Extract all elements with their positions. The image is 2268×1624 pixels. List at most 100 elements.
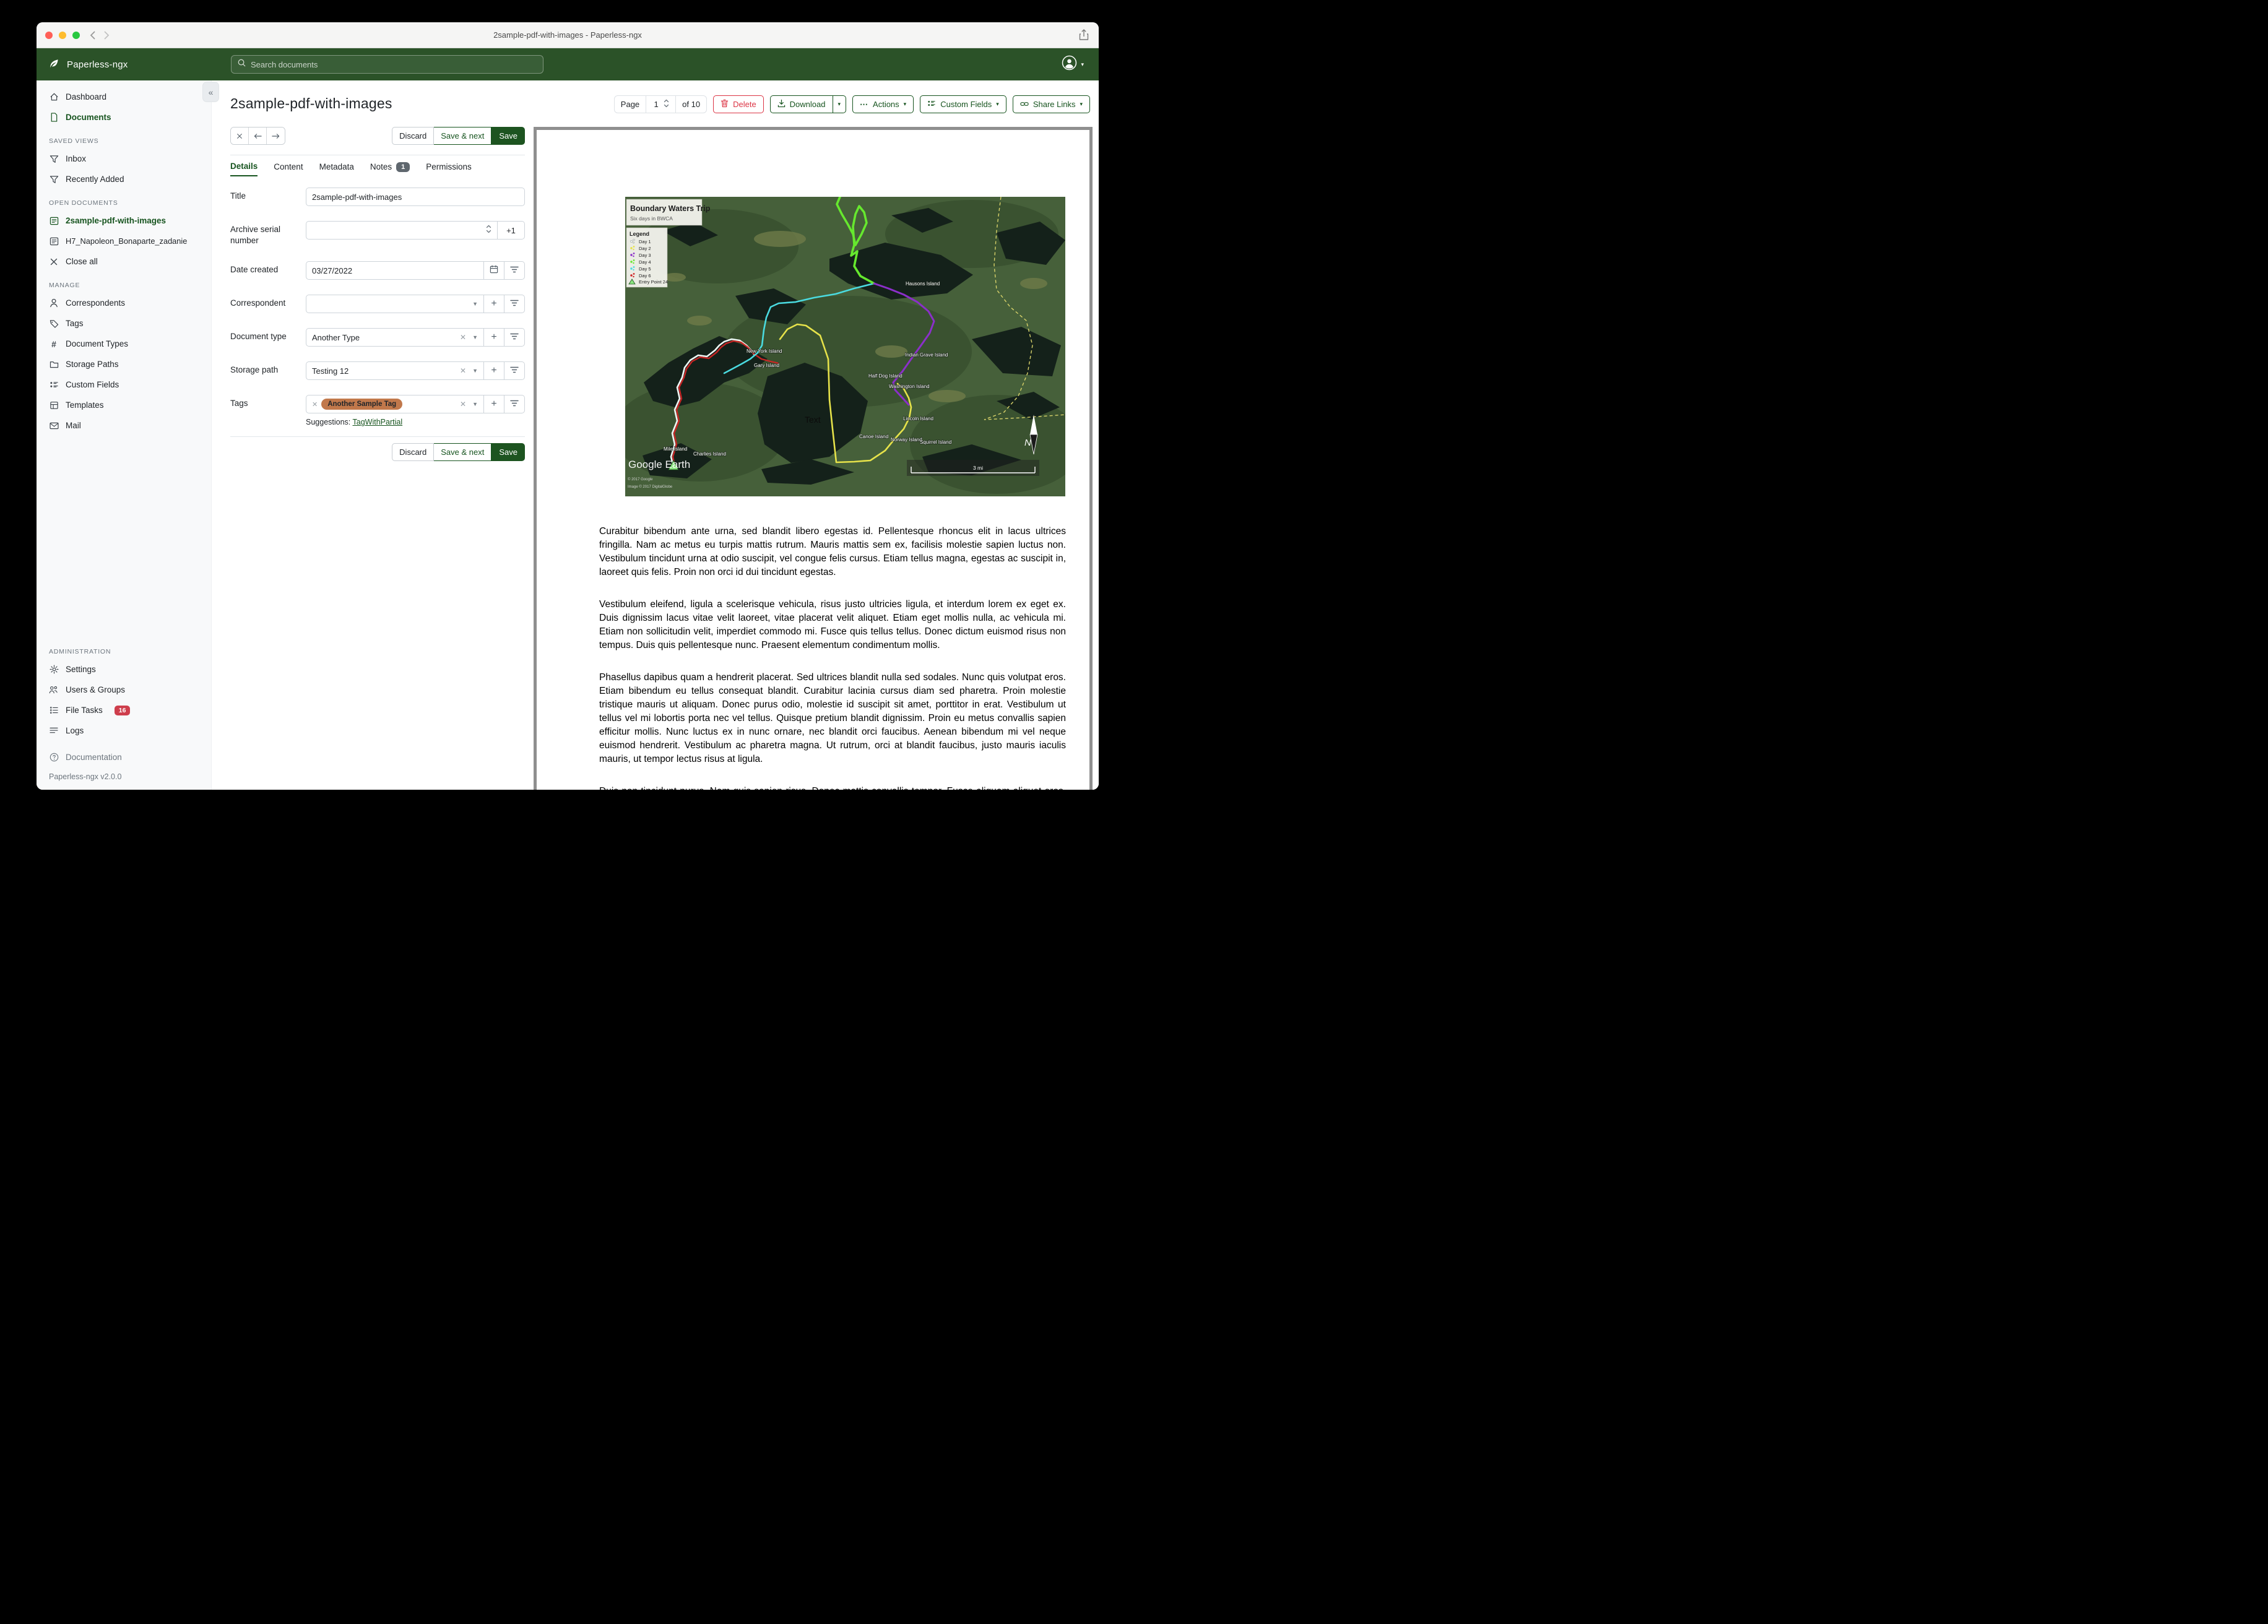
date-filter-button[interactable] xyxy=(504,261,525,280)
sidebar-item-correspondents[interactable]: Correspondents xyxy=(37,293,211,313)
sidebar-item-tags[interactable]: Tags xyxy=(37,313,211,334)
actions-button[interactable]: ⋯ Actions ▾ xyxy=(852,95,914,113)
save-and-next-button-bottom[interactable]: Save & next xyxy=(434,443,492,462)
document-type-filter-button[interactable] xyxy=(504,328,525,347)
browser-forward-button[interactable] xyxy=(104,31,110,40)
tag-chip[interactable]: Another Sample Tag xyxy=(321,399,403,410)
map-copyright-2: Image © 2017 DigitalGlobe xyxy=(628,485,673,489)
save-and-next-button[interactable]: Save & next xyxy=(434,127,492,145)
browser-back-button[interactable] xyxy=(90,31,95,40)
tags-filter-button[interactable] xyxy=(504,395,525,414)
sidebar-section-open-documents: OPEN DOCUMENTS xyxy=(49,199,118,207)
document-preview-pane[interactable]: Hausons Island New York Island Gary Isla… xyxy=(534,127,1093,790)
sidebar-section-manage: MANAGE xyxy=(49,282,80,289)
map-island-label: Charlies Island xyxy=(693,451,726,457)
save-actions-group: Discard Save & next Save xyxy=(392,127,525,145)
sidebar-item-document-types[interactable]: # Document Types xyxy=(37,334,211,354)
sidebar-item-templates[interactable]: Templates xyxy=(37,395,211,415)
close-document-button[interactable] xyxy=(231,127,249,144)
document-title-heading: 2sample-pdf-with-images xyxy=(230,95,392,111)
user-menu[interactable]: ▾ xyxy=(1062,55,1084,74)
search-icon xyxy=(238,59,246,70)
zoom-window-button[interactable] xyxy=(72,31,80,39)
clear-icon[interactable]: ✕ xyxy=(460,333,466,342)
correspondent-filter-button[interactable] xyxy=(504,295,525,314)
discard-button[interactable]: Discard xyxy=(392,127,435,145)
save-actions-group-bottom: Discard Save & next Save xyxy=(392,443,525,462)
sidebar-item-documents[interactable]: Documents xyxy=(37,107,211,127)
sidebar-collapse-button[interactable]: « xyxy=(202,82,219,102)
page-stepper[interactable] xyxy=(664,98,669,110)
storage-path-filter-button[interactable] xyxy=(504,361,525,381)
tab-metadata[interactable]: Metadata xyxy=(319,162,354,176)
title-input[interactable]: 2sample-pdf-with-images xyxy=(306,188,525,206)
download-caret-button[interactable]: ▾ xyxy=(832,95,847,113)
sidebar-item-close-all[interactable]: Close all xyxy=(37,251,211,272)
correspondent-select[interactable]: ▼ xyxy=(306,295,484,314)
sidebar-section-saved-views: SAVED VIEWS xyxy=(49,137,99,145)
sidebar-item-file-tasks[interactable]: File Tasks 16 xyxy=(37,700,211,720)
save-button-bottom[interactable]: Save xyxy=(491,443,525,462)
sidebar-item-open-doc-2[interactable]: H7_Napoleon_Bonaparte_zadanie xyxy=(37,231,211,251)
asn-stepper[interactable] xyxy=(486,224,491,237)
sidebar-item-settings[interactable]: Settings xyxy=(37,659,211,680)
document-type-select[interactable]: Another Type ✕ ▼ xyxy=(306,328,484,347)
calendar-button[interactable] xyxy=(484,261,504,280)
clear-icon[interactable]: ✕ xyxy=(460,366,466,375)
ellipsis-icon: ⋯ xyxy=(860,99,869,109)
home-icon xyxy=(49,92,59,102)
next-document-button[interactable] xyxy=(267,127,285,144)
tab-notes[interactable]: Notes 1 xyxy=(370,162,410,176)
sidebar-item-documentation[interactable]: Documentation xyxy=(37,747,211,767)
save-button[interactable]: Save xyxy=(491,127,525,145)
map-island-label: New York Island xyxy=(747,348,782,354)
add-document-type-button[interactable]: + xyxy=(484,328,504,347)
search-bar[interactable] xyxy=(231,55,543,74)
sidebar-item-recently-added[interactable]: Recently Added xyxy=(37,169,211,189)
delete-button[interactable]: Delete xyxy=(713,95,764,113)
sidebar-item-open-doc-1[interactable]: 2sample-pdf-with-images xyxy=(37,210,211,231)
asn-plus-one-button[interactable]: +1 xyxy=(498,221,525,240)
asn-input[interactable] xyxy=(306,221,498,240)
add-correspondent-button[interactable]: + xyxy=(484,295,504,314)
tab-details[interactable]: Details xyxy=(230,162,258,176)
tag-suggestion-link[interactable]: TagWithPartial xyxy=(353,418,403,426)
share-links-button[interactable]: Share Links ▾ xyxy=(1012,95,1090,113)
sidebar-section-administration: ADMINISTRATION xyxy=(49,648,111,655)
search-input[interactable] xyxy=(251,59,537,69)
titlebar: 2sample-pdf-with-images - Paperless-ngx xyxy=(37,22,1099,48)
storage-path-select[interactable]: Testing 12 ✕ ▼ xyxy=(306,361,484,381)
map-title-box: Boundary Waters Trip Six days in BWCA xyxy=(626,199,711,226)
date-created-input[interactable]: 03/27/2022 xyxy=(306,261,484,280)
tab-permissions[interactable]: Permissions xyxy=(426,162,472,176)
previous-document-button[interactable] xyxy=(249,127,267,144)
tags-select[interactable]: ✕ Another Sample Tag ✕ ▼ xyxy=(306,395,484,414)
close-window-button[interactable] xyxy=(45,31,53,39)
tab-content[interactable]: Content xyxy=(274,162,303,176)
custom-fields-button[interactable]: Custom Fields ▾ xyxy=(920,95,1006,113)
pdf-paragraph: Duis non tincidunt purus. Nam quis sapie… xyxy=(599,785,1066,790)
sidebar-item-custom-fields[interactable]: Custom Fields xyxy=(37,374,211,395)
discard-button-bottom[interactable]: Discard xyxy=(392,443,435,462)
download-split-button: Download ▾ xyxy=(769,95,847,113)
remove-tag-icon[interactable]: ✕ xyxy=(312,400,318,408)
chevron-down-icon: ▼ xyxy=(472,334,478,341)
page-number-input[interactable]: 1 xyxy=(652,100,660,109)
sidebar-item-inbox[interactable]: Inbox xyxy=(37,149,211,169)
minimize-window-button[interactable] xyxy=(59,31,66,39)
sidebar-item-dashboard[interactable]: Dashboard xyxy=(37,87,211,107)
add-storage-path-button[interactable]: + xyxy=(484,361,504,381)
add-tag-button[interactable]: + xyxy=(484,395,504,414)
clear-icon[interactable]: ✕ xyxy=(460,400,466,408)
sidebar-item-users-groups[interactable]: Users & Groups xyxy=(37,680,211,700)
map-title: Boundary Waters Trip xyxy=(630,204,711,213)
sidebar-item-logs[interactable]: Logs xyxy=(37,720,211,741)
share-icon[interactable] xyxy=(1079,29,1089,44)
filter-lines-icon xyxy=(510,265,519,276)
trash-icon xyxy=(721,99,729,110)
app-brand[interactable]: Paperless-ngx xyxy=(48,56,219,72)
sidebar-item-mail[interactable]: Mail xyxy=(37,415,211,436)
sidebar-item-storage-paths[interactable]: Storage Paths xyxy=(37,354,211,374)
download-button[interactable]: Download xyxy=(769,95,833,113)
